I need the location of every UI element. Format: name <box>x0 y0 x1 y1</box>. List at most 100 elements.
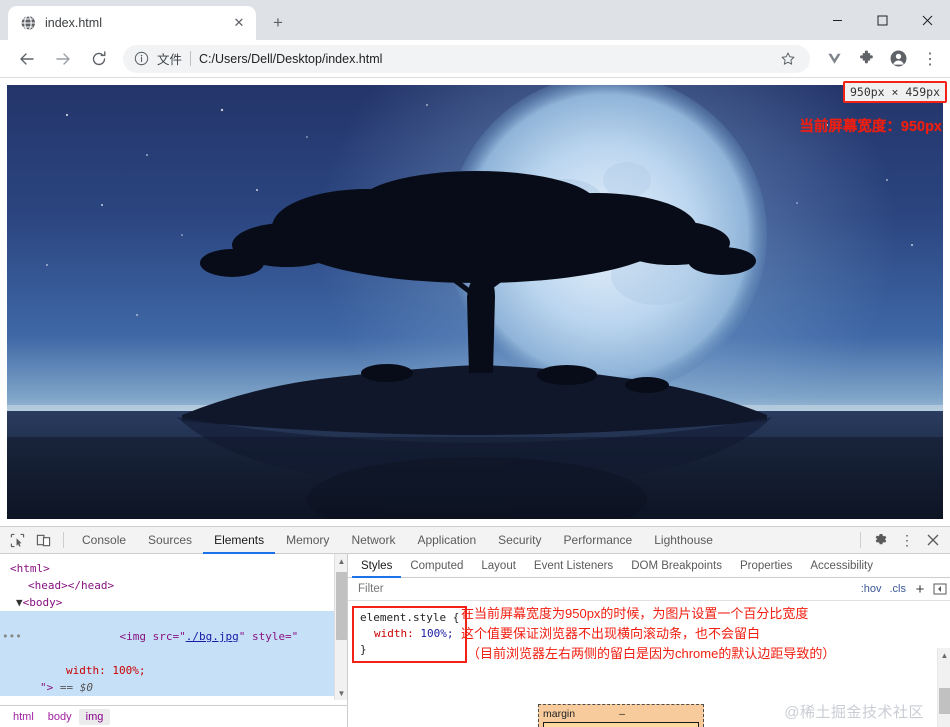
dom-line-body-close[interactable]: </body> <box>0 696 347 700</box>
styles-tab-dom-breakpoints[interactable]: DOM Breakpoints <box>622 554 731 578</box>
styles-scrollbar[interactable]: ▲ ▼ <box>937 648 950 727</box>
breadcrumb-html[interactable]: html <box>6 709 41 725</box>
navigation-toolbar: 文件 C:/Users/Dell/Desktop/index.html ⋮ <box>0 40 950 78</box>
inspect-element-icon[interactable] <box>4 528 30 552</box>
close-button[interactable] <box>905 0 950 40</box>
breadcrumb: html body img <box>0 705 347 727</box>
dom-img-src-link[interactable]: ./bg.jpg <box>186 630 239 643</box>
devtools-body: <html> <head></head> ▼<body> ••• <img src… <box>0 554 950 727</box>
watermark-text: @稀土掘金技术社区 <box>784 704 924 721</box>
dom-img-open: <img src=" <box>119 630 186 643</box>
devtools-tab-memory[interactable]: Memory <box>275 527 340 554</box>
annotation-line-2: 这个值要保证浏览器不出现横向滚动条，也不会留白 <box>461 626 761 641</box>
breadcrumb-img[interactable]: img <box>78 708 111 725</box>
styles-annotation: 在当前屏幕宽度为950px的时候，为图片设置一个百分比宽度 这个值要保证浏览器不… <box>461 604 835 664</box>
box-model-margin-value: – <box>619 708 625 720</box>
dom-img-style-prop: width: 100%; <box>66 664 146 677</box>
page-image <box>7 85 943 519</box>
devtools-tab-elements[interactable]: Elements <box>203 527 275 554</box>
dom-img-close: "> <box>40 681 54 694</box>
bookmark-star-icon[interactable] <box>776 47 800 71</box>
devtools-more-icon[interactable]: ⋮ <box>894 528 920 552</box>
annotation-line-3: （目前浏览器左右两侧的留白是因为chrome的默认边距导致的） <box>467 646 836 661</box>
devtools-tab-console[interactable]: Console <box>71 527 137 554</box>
element-style-close-brace: } <box>360 643 367 656</box>
devtools-tab-sources[interactable]: Sources <box>137 527 203 554</box>
screen-width-annotation: 当前屏幕宽度：950px <box>799 119 942 135</box>
styles-tab-layout[interactable]: Layout <box>472 554 525 578</box>
maximize-button[interactable] <box>860 0 905 40</box>
devtools-tab-lighthouse[interactable]: Lighthouse <box>643 527 724 554</box>
profile-avatar-icon[interactable] <box>884 45 912 73</box>
styles-filter-input[interactable] <box>356 582 857 596</box>
box-model-diagram[interactable]: margin – <box>538 704 704 727</box>
box-model-margin-row: margin – <box>543 708 699 720</box>
box-model-border-box <box>543 722 699 727</box>
scroll-up-arrow-icon[interactable]: ▲ <box>335 554 347 568</box>
dom-img-style-attr: " style=" <box>238 630 299 643</box>
new-tab-button[interactable]: + <box>264 9 292 37</box>
dom-tag-body-close: </body> <box>22 698 68 700</box>
extensions-puzzle-icon[interactable] <box>852 45 880 73</box>
styles-tab-accessibility[interactable]: Accessibility <box>801 554 882 578</box>
dom-dollar-zero: == $0 <box>59 681 93 694</box>
styles-tab-styles[interactable]: Styles <box>352 554 401 578</box>
dom-expand-arrow[interactable]: ▼ <box>16 596 23 609</box>
dom-line-body[interactable]: ▼<body> <box>0 594 347 611</box>
dom-line-head[interactable]: <head></head> <box>0 577 347 594</box>
device-toolbar-icon[interactable] <box>30 528 56 552</box>
styles-scroll-thumb[interactable] <box>939 688 950 714</box>
toolbar-divider <box>63 532 64 548</box>
dom-scroll-thumb[interactable] <box>336 572 347 640</box>
breadcrumb-body[interactable]: body <box>41 709 79 725</box>
dom-line-img-style[interactable]: width: 100%; <box>0 662 347 679</box>
styles-scroll-up-icon[interactable]: ▲ <box>938 648 950 662</box>
back-button[interactable] <box>12 44 42 74</box>
styles-tab-computed[interactable]: Computed <box>401 554 472 578</box>
styles-pane: Styles Computed Layout Event Listeners D… <box>348 554 950 727</box>
browser-menu-icon[interactable]: ⋮ <box>916 45 944 73</box>
url-scheme-label: 文件 <box>157 53 183 67</box>
tab-strip: index.html ✕ + <box>0 0 950 40</box>
devtools-tab-network[interactable]: Network <box>340 527 406 554</box>
dom-line-img-close[interactable]: "> == $0 <box>0 679 347 696</box>
devtools-tab-security[interactable]: Security <box>487 527 552 554</box>
forward-button[interactable] <box>48 44 78 74</box>
reload-button[interactable] <box>84 44 114 74</box>
dom-scrollbar[interactable]: ▲ ▼ <box>334 554 347 700</box>
element-style-declaration[interactable]: width: 100%; <box>360 626 459 642</box>
styles-tab-properties[interactable]: Properties <box>731 554 801 578</box>
dom-tree[interactable]: <html> <head></head> ▼<body> ••• <img src… <box>0 554 347 700</box>
devtools-panel: Console Sources Elements Memory Network … <box>0 526 950 727</box>
scroll-down-arrow-icon[interactable]: ▼ <box>335 686 347 700</box>
omnibox-divider <box>190 51 192 66</box>
devtools-tabbar: Console Sources Elements Memory Network … <box>0 527 950 554</box>
devtools-tab-performance[interactable]: Performance <box>553 527 644 554</box>
cls-toggle-button[interactable]: .cls <box>886 583 911 595</box>
devtools-tabbar-actions: ⋮ <box>853 528 950 552</box>
address-bar[interactable]: 文件 C:/Users/Dell/Desktop/index.html <box>123 44 810 73</box>
styles-tabbar: Styles Computed Layout Event Listeners D… <box>348 554 950 578</box>
panel-toggle-icon[interactable] <box>930 579 950 599</box>
styles-tab-event-listeners[interactable]: Event Listeners <box>525 554 622 578</box>
info-circle-icon[interactable] <box>133 50 150 67</box>
page-viewport: 950px × 459px 当前屏幕宽度：950px <box>0 78 950 526</box>
vue-devtools-icon[interactable] <box>820 45 848 73</box>
window-controls <box>815 0 950 40</box>
tab-close-icon[interactable]: ✕ <box>230 14 248 32</box>
dom-tag-html: <html> <box>10 562 50 575</box>
dom-line-html[interactable]: <html> <box>0 560 347 577</box>
browser-tab[interactable]: index.html ✕ <box>8 6 256 40</box>
dom-line-img[interactable]: ••• <img src="./bg.jpg" style=" <box>0 611 347 662</box>
settings-gear-icon[interactable] <box>868 528 894 552</box>
new-style-rule-button[interactable]: + <box>910 579 930 599</box>
dom-ellipsis-icon[interactable]: ••• <box>2 628 22 645</box>
dom-tag-head: <head></head> <box>28 579 115 592</box>
devtools-tab-application[interactable]: Application <box>406 527 487 554</box>
hov-toggle-button[interactable]: :hov <box>857 583 886 595</box>
element-style-rule[interactable]: element.style { width: 100%; } <box>352 606 468 663</box>
devtools-close-icon[interactable] <box>920 528 946 552</box>
minimize-button[interactable] <box>815 0 860 40</box>
css-value-width[interactable]: 100%; <box>414 627 453 640</box>
css-property-width[interactable]: width: <box>360 627 414 640</box>
